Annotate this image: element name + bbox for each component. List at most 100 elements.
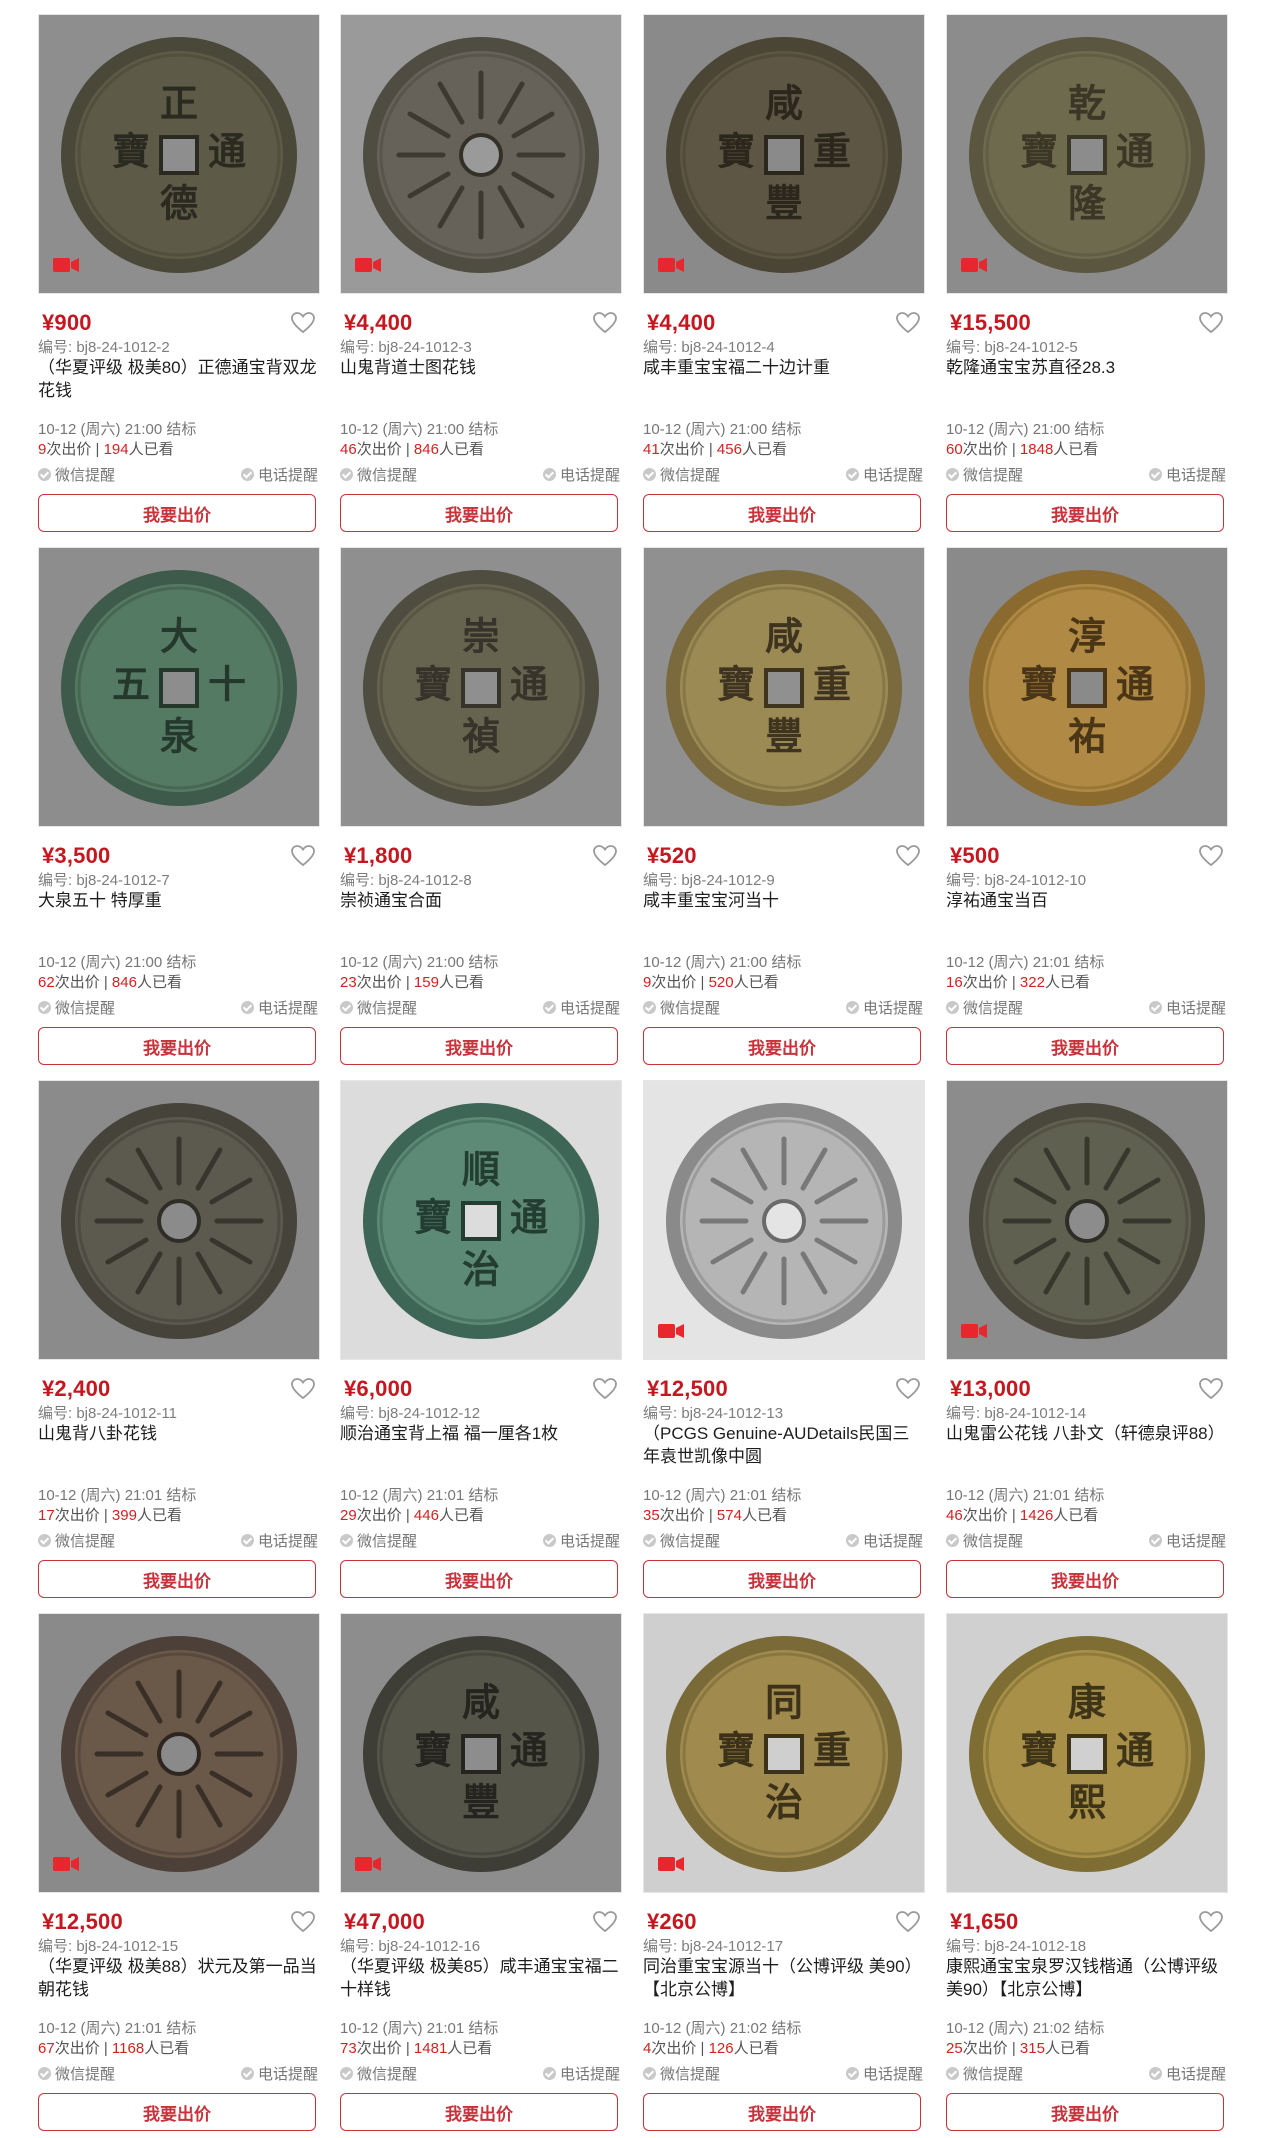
item-title[interactable]: （华夏评级 极美85）咸丰通宝宝福二十样钱 bbox=[340, 1955, 622, 2001]
wechat-remind-toggle[interactable]: 微信提醒 bbox=[643, 464, 720, 485]
wechat-remind-toggle[interactable]: 微信提醒 bbox=[340, 1530, 417, 1551]
item-photo[interactable]: 大十泉五 bbox=[38, 547, 320, 827]
favorite-heart-icon[interactable] bbox=[290, 844, 316, 868]
item-photo[interactable]: 咸重豐寶 bbox=[643, 14, 925, 294]
item-title[interactable]: 大泉五十 特厚重 bbox=[38, 889, 320, 912]
favorite-heart-icon[interactable] bbox=[592, 311, 618, 335]
bid-button[interactable]: 我要出价 bbox=[946, 494, 1224, 532]
favorite-heart-icon[interactable] bbox=[895, 844, 921, 868]
auction-card[interactable]: 順通治寶 ¥6,000 编号: bj8-24-1012-12 顺治通宝背上福 福… bbox=[340, 1080, 622, 1605]
item-photo[interactable]: 咸重豐寶 bbox=[643, 547, 925, 827]
video-camera-icon[interactable] bbox=[53, 257, 79, 273]
auction-card[interactable]: 咸重豐寶 ¥520 编号: bj8-24-1012-9 咸丰重宝宝河当十 10-… bbox=[643, 547, 925, 1072]
item-photo[interactable] bbox=[38, 1613, 320, 1893]
bid-button[interactable]: 我要出价 bbox=[340, 2093, 618, 2131]
bid-button[interactable]: 我要出价 bbox=[643, 494, 921, 532]
favorite-heart-icon[interactable] bbox=[1198, 1377, 1224, 1401]
item-title[interactable]: （PCGS Genuine-AUDetails民国三年袁世凯像中圆 bbox=[643, 1422, 925, 1468]
bid-button[interactable]: 我要出价 bbox=[340, 494, 618, 532]
item-photo[interactable]: 同重治寶 bbox=[643, 1613, 925, 1893]
bid-button[interactable]: 我要出价 bbox=[340, 1027, 618, 1065]
phone-remind-toggle[interactable]: 电话提醒 bbox=[1148, 997, 1226, 1018]
bid-button[interactable]: 我要出价 bbox=[340, 1560, 618, 1598]
item-title[interactable]: 同治重宝宝源当十（公博评级 美90）【北京公博】 bbox=[643, 1955, 925, 2001]
bid-button[interactable]: 我要出价 bbox=[38, 1027, 316, 1065]
bid-button[interactable]: 我要出价 bbox=[643, 2093, 921, 2131]
phone-remind-toggle[interactable]: 电话提醒 bbox=[1148, 464, 1226, 485]
item-photo[interactable]: 順通治寶 bbox=[340, 1080, 622, 1360]
auction-card[interactable]: ¥4,400 编号: bj8-24-1012-3 山鬼背道士图花钱 10-12 … bbox=[340, 14, 622, 539]
phone-remind-toggle[interactable]: 电话提醒 bbox=[240, 2063, 318, 2084]
auction-card[interactable]: 大十泉五 ¥3,500 编号: bj8-24-1012-7 大泉五十 特厚重 1… bbox=[38, 547, 320, 1072]
item-title[interactable]: 咸丰重宝宝河当十 bbox=[643, 889, 925, 912]
wechat-remind-toggle[interactable]: 微信提醒 bbox=[946, 997, 1023, 1018]
bid-button[interactable]: 我要出价 bbox=[946, 1560, 1224, 1598]
favorite-heart-icon[interactable] bbox=[290, 1377, 316, 1401]
favorite-heart-icon[interactable] bbox=[895, 1910, 921, 1934]
auction-card[interactable]: 崇通禎寶 ¥1,800 编号: bj8-24-1012-8 崇祯通宝合面 10-… bbox=[340, 547, 622, 1072]
item-photo[interactable]: 淳通祐寶 bbox=[946, 547, 1228, 827]
phone-remind-toggle[interactable]: 电话提醒 bbox=[845, 464, 923, 485]
video-camera-icon[interactable] bbox=[658, 257, 684, 273]
favorite-heart-icon[interactable] bbox=[592, 1910, 618, 1934]
favorite-heart-icon[interactable] bbox=[895, 311, 921, 335]
phone-remind-toggle[interactable]: 电话提醒 bbox=[1148, 2063, 1226, 2084]
auction-card[interactable]: ¥12,500 编号: bj8-24-1012-13 （PCGS Genuine… bbox=[643, 1080, 925, 1605]
item-photo[interactable]: 崇通禎寶 bbox=[340, 547, 622, 827]
video-camera-icon[interactable] bbox=[658, 1323, 684, 1339]
bid-button[interactable]: 我要出价 bbox=[38, 494, 316, 532]
item-title[interactable]: 康熙通宝宝泉罗汉钱楷通（公博评级 美90）【北京公博】 bbox=[946, 1955, 1228, 2001]
phone-remind-toggle[interactable]: 电话提醒 bbox=[845, 997, 923, 1018]
bid-button[interactable]: 我要出价 bbox=[38, 2093, 316, 2131]
phone-remind-toggle[interactable]: 电话提醒 bbox=[542, 464, 620, 485]
favorite-heart-icon[interactable] bbox=[592, 844, 618, 868]
item-photo[interactable]: 咸通豐寶 bbox=[340, 1613, 622, 1893]
video-camera-icon[interactable] bbox=[961, 257, 987, 273]
auction-card[interactable]: 淳通祐寶 ¥500 编号: bj8-24-1012-10 淳祐通宝当百 10-1… bbox=[946, 547, 1228, 1072]
wechat-remind-toggle[interactable]: 微信提醒 bbox=[38, 2063, 115, 2084]
item-title[interactable]: （华夏评级 极美80）正德通宝背双龙花钱 bbox=[38, 356, 320, 402]
bid-button[interactable]: 我要出价 bbox=[38, 1560, 316, 1598]
wechat-remind-toggle[interactable]: 微信提醒 bbox=[340, 464, 417, 485]
video-camera-icon[interactable] bbox=[355, 1856, 381, 1872]
favorite-heart-icon[interactable] bbox=[592, 1377, 618, 1401]
favorite-heart-icon[interactable] bbox=[1198, 311, 1224, 335]
auction-card[interactable]: ¥2,400 编号: bj8-24-1012-11 山鬼背八卦花钱 10-12 … bbox=[38, 1080, 320, 1605]
item-photo[interactable] bbox=[946, 1080, 1228, 1360]
phone-remind-toggle[interactable]: 电话提醒 bbox=[240, 997, 318, 1018]
phone-remind-toggle[interactable]: 电话提醒 bbox=[542, 997, 620, 1018]
favorite-heart-icon[interactable] bbox=[1198, 844, 1224, 868]
phone-remind-toggle[interactable]: 电话提醒 bbox=[240, 1530, 318, 1551]
wechat-remind-toggle[interactable]: 微信提醒 bbox=[38, 464, 115, 485]
favorite-heart-icon[interactable] bbox=[290, 311, 316, 335]
favorite-heart-icon[interactable] bbox=[1198, 1910, 1224, 1934]
item-title[interactable]: 崇祯通宝合面 bbox=[340, 889, 622, 912]
item-photo[interactable] bbox=[38, 1080, 320, 1360]
bid-button[interactable]: 我要出价 bbox=[643, 1027, 921, 1065]
bid-button[interactable]: 我要出价 bbox=[946, 2093, 1224, 2131]
item-photo[interactable]: 正通德寶 bbox=[38, 14, 320, 294]
phone-remind-toggle[interactable]: 电话提醒 bbox=[240, 464, 318, 485]
item-title[interactable]: 山鬼背道士图花钱 bbox=[340, 356, 622, 379]
video-camera-icon[interactable] bbox=[53, 1856, 79, 1872]
item-title[interactable]: 山鬼背八卦花钱 bbox=[38, 1422, 320, 1445]
auction-card[interactable]: 咸重豐寶 ¥4,400 编号: bj8-24-1012-4 咸丰重宝宝福二十边计… bbox=[643, 14, 925, 539]
item-photo[interactable]: 康通熙寶 bbox=[946, 1613, 1228, 1893]
wechat-remind-toggle[interactable]: 微信提醒 bbox=[340, 2063, 417, 2084]
wechat-remind-toggle[interactable]: 微信提醒 bbox=[946, 2063, 1023, 2084]
item-photo[interactable] bbox=[340, 14, 622, 294]
item-title[interactable]: 咸丰重宝宝福二十边计重 bbox=[643, 356, 925, 379]
item-title[interactable]: 顺治通宝背上福 福一厘各1枚 bbox=[340, 1422, 622, 1445]
item-title[interactable]: 山鬼雷公花钱 八卦文（轩德泉评88） bbox=[946, 1422, 1228, 1445]
bid-button[interactable]: 我要出价 bbox=[643, 1560, 921, 1598]
phone-remind-toggle[interactable]: 电话提醒 bbox=[845, 1530, 923, 1551]
wechat-remind-toggle[interactable]: 微信提醒 bbox=[643, 1530, 720, 1551]
item-photo[interactable] bbox=[643, 1080, 925, 1360]
wechat-remind-toggle[interactable]: 微信提醒 bbox=[38, 997, 115, 1018]
wechat-remind-toggle[interactable]: 微信提醒 bbox=[38, 1530, 115, 1551]
auction-card[interactable]: 正通德寶 ¥900 编号: bj8-24-1012-2 （华夏评级 极美80）正… bbox=[38, 14, 320, 539]
favorite-heart-icon[interactable] bbox=[290, 1910, 316, 1934]
wechat-remind-toggle[interactable]: 微信提醒 bbox=[643, 997, 720, 1018]
video-camera-icon[interactable] bbox=[961, 1323, 987, 1339]
video-camera-icon[interactable] bbox=[355, 257, 381, 273]
